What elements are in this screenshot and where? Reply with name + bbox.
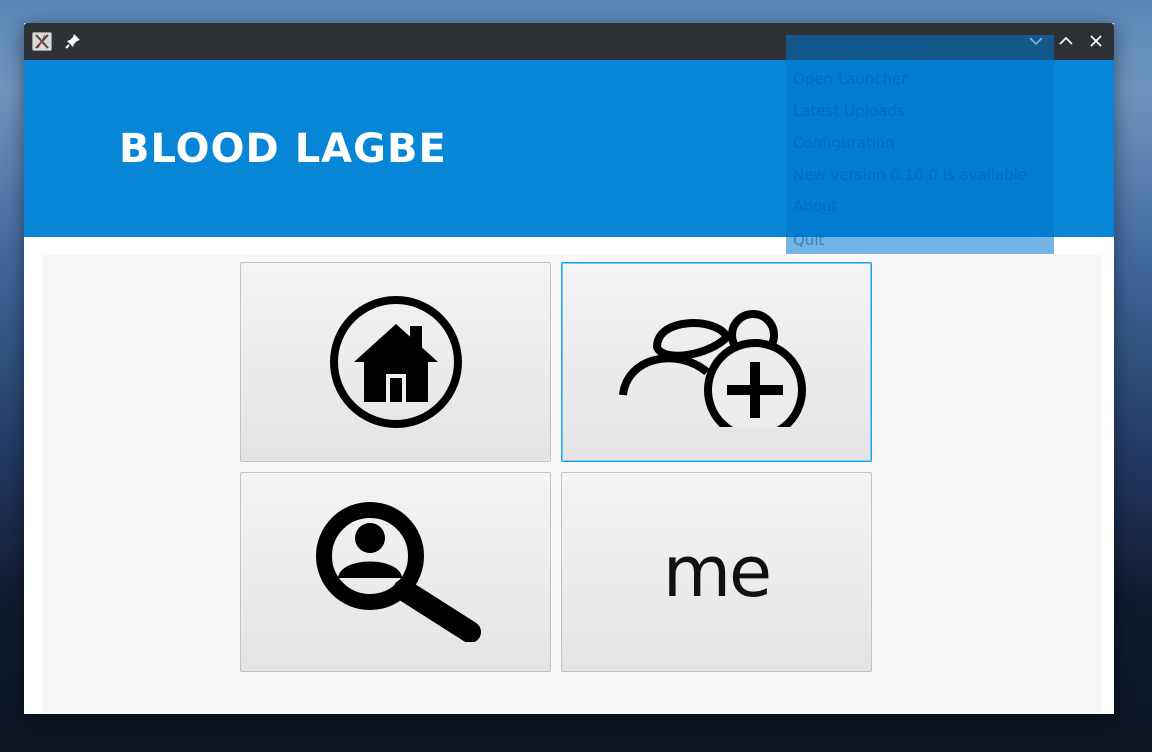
me-profile-button[interactable]: me <box>561 472 872 672</box>
menu-item-open-screenshot[interactable]: Open Screenshot <box>793 38 922 60</box>
add-user-icon <box>618 310 806 427</box>
page-title: BLOOD LAGBE <box>119 126 447 172</box>
x-app-icon <box>32 32 52 51</box>
close-icon[interactable] <box>1088 33 1104 49</box>
app-window: BLOOD LAGBE Open Screenshot Open Launche… <box>24 23 1114 714</box>
maximize-icon[interactable] <box>1058 33 1074 49</box>
menu-item-new-version[interactable]: New version 0.10.0 is available <box>793 166 1027 188</box>
tile-grid-panel: me <box>42 255 1102 714</box>
menu-item-about[interactable]: About <box>793 197 837 219</box>
menu-item-configuration[interactable]: Configuration <box>793 134 895 156</box>
home-button[interactable] <box>240 262 551 462</box>
menu-item-open-launcher[interactable]: Open Launcher <box>793 70 908 92</box>
tray-context-menu: Open Screenshot Open Launcher Latest Upl… <box>786 35 1054 254</box>
search-user-icon <box>315 502 481 642</box>
home-icon <box>329 296 462 428</box>
search-donor-button[interactable] <box>240 472 551 672</box>
menu-item-quit[interactable]: Quit <box>793 231 824 253</box>
me-text-icon: me <box>662 531 772 613</box>
menu-item-latest-uploads[interactable]: Latest Uploads <box>793 102 905 124</box>
add-donor-button[interactable] <box>561 262 872 462</box>
pin-icon[interactable] <box>64 32 82 50</box>
